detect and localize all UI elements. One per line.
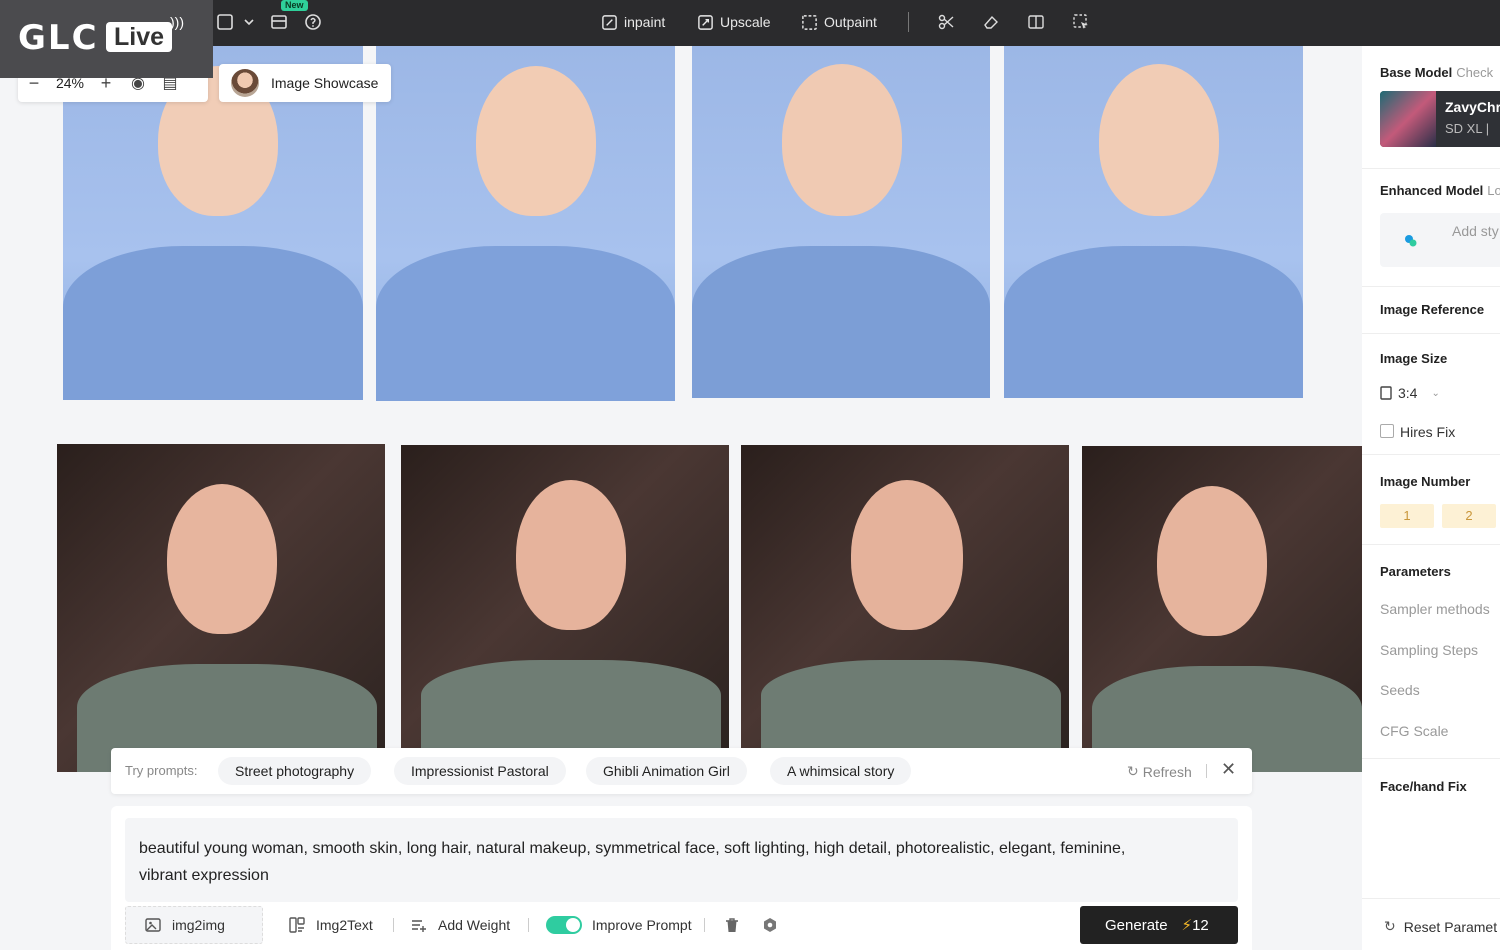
eraser-icon[interactable]: [980, 11, 1002, 33]
add-weight-icon: [412, 920, 426, 932]
reset-parameters-button[interactable]: ↻ Reset Paramet: [1384, 918, 1497, 935]
try-prompts-bar: Try prompts: Street photography Impressi…: [111, 748, 1252, 794]
top-toolbar: New inpaint Upscale Outpaint: [0, 0, 1500, 46]
image-reference-title[interactable]: Image Reference: [1380, 302, 1484, 317]
image-number-option-1[interactable]: 1: [1380, 504, 1434, 528]
select-cursor-icon[interactable]: [1070, 11, 1092, 33]
face-hand-fix-title: Face/hand Fix: [1380, 779, 1467, 794]
toggle-switch[interactable]: [546, 916, 582, 934]
prompt-textarea[interactable]: beautiful young woman, smooth skin, long…: [125, 818, 1238, 902]
img2img-button[interactable]: img2img: [125, 906, 263, 944]
lightning-icon: ⚡: [1181, 917, 1193, 934]
generated-image-5[interactable]: [57, 444, 385, 772]
generated-image-8[interactable]: [1082, 446, 1362, 772]
image-showcase-chip[interactable]: Image Showcase: [219, 64, 391, 102]
logo: GLC Live ))): [0, 0, 213, 78]
portrait-ratio-icon: [1380, 386, 1392, 400]
image-number-title: Image Number: [1380, 474, 1471, 489]
sampler-methods-label[interactable]: Sampler methods: [1380, 601, 1490, 617]
generated-image-4[interactable]: [1004, 46, 1303, 398]
live-signal-icon: ))): [170, 14, 184, 30]
try-prompts-label: Try prompts:: [125, 763, 198, 778]
img2text-button[interactable]: Img2Text: [288, 906, 373, 944]
settings-panel: Base Model Check ZavyChr SD XL | Enhanced…: [1362, 46, 1500, 950]
compare-icon[interactable]: [1025, 11, 1047, 33]
outpaint-icon: [802, 14, 817, 30]
upscale-label: Upscale: [720, 14, 771, 30]
trash-icon: [726, 918, 738, 932]
select-box-icon[interactable]: [214, 11, 236, 33]
add-style-label: Add sty: [1452, 223, 1499, 239]
model-tag: SD XL |: [1445, 121, 1490, 136]
add-weight-button[interactable]: Add Weight: [410, 906, 510, 944]
prompt-chip-ghibli[interactable]: Ghibli Animation Girl: [586, 757, 747, 785]
image-size-title: Image Size: [1380, 351, 1448, 366]
avatar: [231, 69, 259, 97]
image-upload-icon: [145, 918, 161, 932]
style-drop-icon: [1405, 235, 1417, 247]
toolbar-divider: [908, 12, 909, 32]
refresh-prompts-button[interactable]: ↻ Refresh: [1127, 763, 1192, 780]
delete-prompt-button[interactable]: [723, 906, 741, 944]
generated-image-7[interactable]: [741, 445, 1069, 748]
image-number-option-2[interactable]: 2: [1442, 504, 1496, 528]
hexagon-settings-icon: [764, 918, 776, 932]
refresh-icon: ↻: [1127, 763, 1139, 779]
parameters-title: Parameters: [1380, 564, 1451, 579]
outpaint-label: Outpaint: [824, 14, 877, 30]
help-icon[interactable]: [302, 11, 324, 33]
showcase-label: Image Showcase: [271, 75, 379, 91]
seeds-label[interactable]: Seeds: [1380, 682, 1420, 698]
inpaint-icon: [602, 14, 617, 30]
scissors-icon[interactable]: [935, 11, 957, 33]
chevron-down-icon[interactable]: [238, 11, 260, 33]
image-size-select[interactable]: 3:4 ⌄: [1380, 385, 1440, 401]
prompt-composer: beautiful young woman, smooth skin, long…: [111, 806, 1252, 950]
inpaint-button[interactable]: inpaint: [601, 10, 665, 34]
outpaint-button[interactable]: Outpaint: [801, 10, 877, 34]
inpaint-label: inpaint: [624, 14, 666, 30]
add-style-box[interactable]: Add sty: [1380, 213, 1500, 267]
generated-image-3[interactable]: [692, 46, 990, 398]
gallery-icon[interactable]: [268, 11, 290, 33]
model-name: ZavyChr: [1445, 99, 1500, 115]
reset-icon: ↻: [1384, 918, 1396, 934]
prompt-chip-whimsical[interactable]: A whimsical story: [770, 757, 912, 785]
close-icon[interactable]: ✕: [1221, 759, 1236, 780]
upscale-button[interactable]: Upscale: [697, 10, 771, 34]
generate-cost: 12: [1192, 917, 1209, 934]
img2text-icon: [289, 917, 305, 933]
cfg-scale-label[interactable]: CFG Scale: [1380, 723, 1448, 739]
prompt-chip-street[interactable]: Street photography: [218, 757, 372, 785]
base-model-card[interactable]: ZavyChr SD XL |: [1380, 91, 1500, 147]
logo-live-badge: Live: [106, 22, 173, 52]
generated-image-2[interactable]: [376, 46, 675, 401]
hires-fix-checkbox[interactable]: [1380, 424, 1394, 438]
new-badge: New: [281, 0, 308, 11]
logo-glc-text: GLC: [18, 18, 99, 58]
sampling-steps-label[interactable]: Sampling Steps: [1380, 642, 1478, 658]
model-thumbnail: [1380, 91, 1436, 147]
base-model-check-link[interactable]: Check: [1456, 65, 1493, 80]
generate-button[interactable]: Generate ⚡12: [1080, 906, 1238, 944]
generated-image-6[interactable]: [401, 445, 729, 748]
base-model-title: Base Model Check: [1380, 65, 1494, 80]
upscale-icon: [698, 14, 713, 30]
improve-prompt-toggle[interactable]: Improve Prompt: [546, 906, 692, 944]
hires-fix-label: Hires Fix: [1400, 424, 1456, 440]
enhanced-model-title: Enhanced Model Lo: [1380, 183, 1500, 198]
prompt-settings-button[interactable]: [761, 906, 779, 944]
prompt-chip-impressionist[interactable]: Impressionist Pastoral: [394, 757, 566, 785]
chevron-down-icon: ⌄: [1431, 387, 1440, 399]
